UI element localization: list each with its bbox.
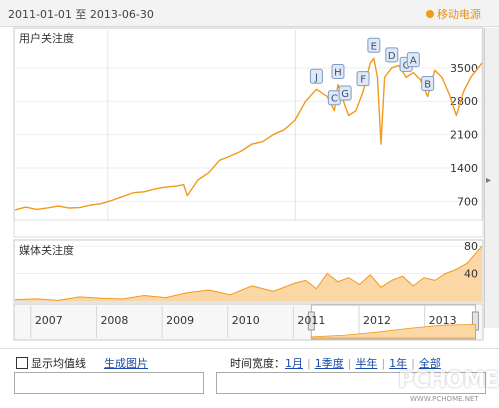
annotation-label: A [410,56,417,67]
checkbox-icon[interactable] [16,357,28,369]
overview-year-label: 2009 [166,314,194,327]
start-date-field[interactable] [14,372,204,394]
user-y-tick-label: 2100 [450,129,478,142]
divider: | [381,356,386,370]
user-y-tick-label: 1400 [450,162,478,175]
annotation-flag: E [367,37,381,53]
overview-year-label: 2007 [35,314,63,327]
annotation-label: C [331,94,338,105]
attention-chart: 7001400210028003500 2011年2012年20 JCHGFED… [13,27,484,341]
overview-year-label: 2011 [297,314,325,327]
annotation-label: B [424,79,431,90]
user-y-tick-label: 2800 [450,95,478,108]
overview-year-label: 2010 [232,314,260,327]
annotation-flag: D [385,47,399,63]
generate-image-link[interactable]: 生成图片 [104,355,148,371]
annotation-flag: F [356,71,370,87]
annotation-flag: G [338,85,352,101]
annotation-flag: A [406,52,420,68]
chevron-right-icon[interactable]: ▸ [486,175,491,186]
user-x-axis-band [13,219,484,238]
watermark-logo: PCHOME [398,368,499,393]
time-option-half-year[interactable]: 半年 [355,355,377,371]
time-width-label: 时间宽度： [230,357,285,370]
annotation-label: H [334,68,342,79]
media-y-tick-label: 40 [464,268,478,281]
annotation-flag: C [327,90,341,106]
annotation-label: F [360,75,366,86]
time-option-1q[interactable]: 1季度 [315,355,344,371]
divider: | [347,356,352,370]
annotation-flag: B [421,75,435,91]
show-average-label: 显示均值线 [31,357,86,370]
media-panel-title: 媒体关注度 [17,242,76,258]
watermark-url: WWW.PCHOME.NET [410,395,479,403]
media-y-tick-label: 80 [464,240,478,253]
annotation-label: J [314,72,318,83]
annotation-label: D [388,51,396,62]
divider: | [307,356,311,370]
annotation-label: E [371,41,377,52]
overview-year-label: 2008 [100,314,128,327]
time-option-1m[interactable]: 1月 [285,355,303,371]
user-panel-title: 用户关注度 [17,30,76,46]
overview-year-label: 2012 [363,314,391,327]
annotation-flag: H [331,64,345,80]
user-y-tick-label: 700 [457,195,478,208]
show-average-toggle[interactable]: 显示均值线 [16,355,86,371]
annotation-flag: J [309,68,323,84]
annotation-label: G [341,89,349,100]
